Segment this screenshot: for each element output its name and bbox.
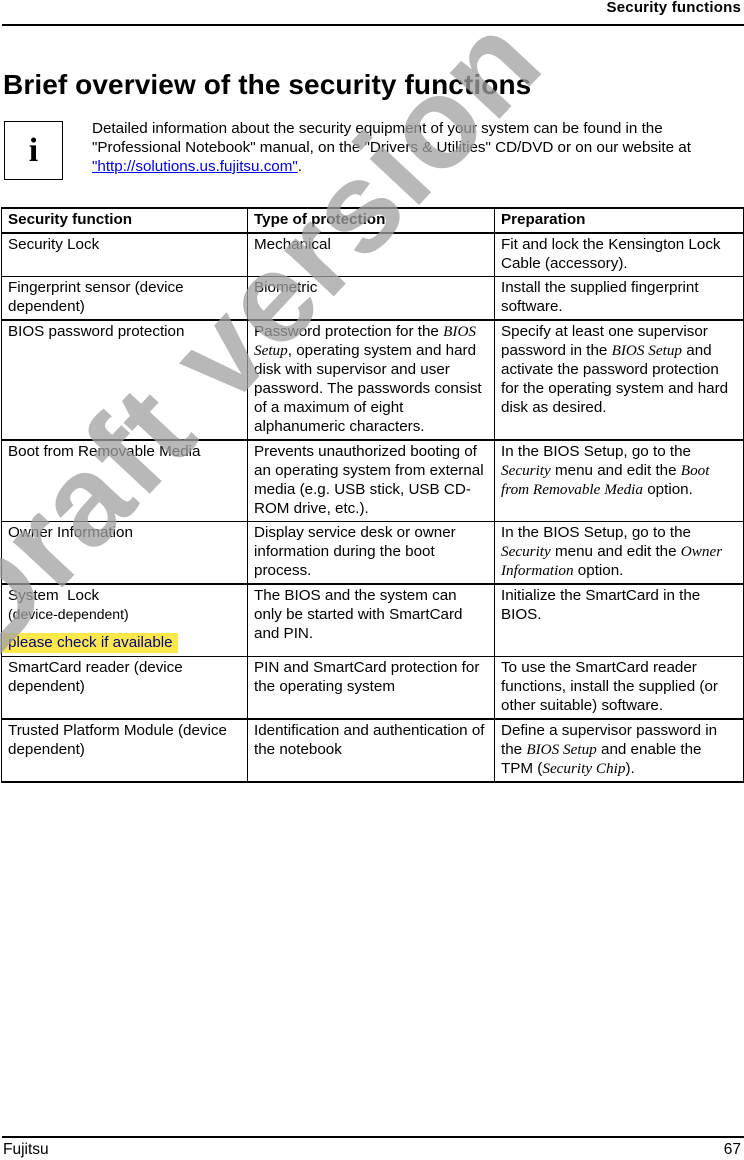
text: , operating system and hard disk with su… [254,342,482,435]
footer-rule [2,1136,744,1138]
cell-function: BIOS password protection [1,319,248,441]
cell-protection: The BIOS and the system can only be star… [247,583,495,657]
table-header-row: Security function Type of protection Pre… [1,207,744,234]
text: option. [643,481,693,498]
header-rule [2,24,744,26]
info-icon-glyph: i [28,131,39,169]
bios-setup-term: BIOS Setup [611,342,683,359]
column-header-type-of-protection: Type of protection [247,207,495,234]
text: In the BIOS Setup, go to the [501,443,691,460]
cell-protection: Biometric [247,276,495,321]
function-name: System Lock [8,587,100,604]
availability-highlight-note: please check if available [3,633,178,653]
cell-protection: Mechanical [247,232,495,277]
cell-protection: Display service desk or owner informatio… [247,521,495,585]
table-row-owner-information: Owner Information Display service desk o… [1,521,744,585]
cell-preparation: In the BIOS Setup, go to the Security me… [494,439,744,522]
cell-function: Trusted Platform Module (device dependen… [1,718,248,783]
cell-function: Owner Information [1,521,248,585]
info-icon: i [4,121,63,180]
function-note: (device-dependent) [8,606,129,622]
cell-function: Security Lock [1,232,248,277]
cell-function: System Lock (device-dependent) please ch… [1,583,248,657]
cell-preparation: Install the supplied fingerprint softwar… [494,276,744,321]
security-menu-term: Security [501,462,551,479]
cell-preparation: To use the SmartCard reader functions, i… [494,656,744,720]
table-row-fingerprint-sensor: Fingerprint sensor (device dependent) Bi… [1,276,744,321]
page-title: Brief overview of the security functions [3,69,532,100]
info-note-end: . [297,158,303,175]
table-row-security-lock: Security Lock Mechanical Fit and lock th… [1,232,744,277]
cell-protection: PIN and SmartCard protection for the ope… [247,656,495,720]
table-row-trusted-platform-module: Trusted Platform Module (device dependen… [1,718,744,783]
table-row-bios-password: BIOS password protection Password protec… [1,319,744,441]
info-note: Detailed information about the security … [92,119,712,176]
cell-preparation: Define a supervisor password in the BIOS… [494,718,744,783]
cell-protection: Identification and authentication of the… [247,718,495,783]
security-chip-term: Security Chip [542,760,626,777]
cell-function: Boot from Removable Media [1,439,248,522]
bios-setup-term: BIOS Setup [526,741,597,758]
page-number: 67 [723,1141,741,1158]
text: menu and edit the [550,543,681,560]
cell-preparation: Initialize the SmartCard in the BIOS. [494,583,744,657]
text: ). [625,760,635,777]
cell-preparation: Fit and lock the Kensington Lock Cable (… [494,232,744,277]
running-header-title: Security functions [606,0,741,16]
text: Password protection for the [254,323,444,340]
footer-brand: Fujitsu [3,1141,49,1158]
info-note-text: Detailed information about the security … [92,120,691,156]
text: option. [573,562,624,579]
text: In the BIOS Setup, go to the [501,524,691,541]
column-header-security-function: Security function [1,207,248,234]
cell-preparation: In the BIOS Setup, go to the Security me… [494,521,744,585]
security-menu-term: Security [501,543,551,560]
table-row-boot-removable-media: Boot from Removable Media Prevents unaut… [1,439,744,522]
column-header-preparation: Preparation [494,207,744,234]
security-functions-table: Security function Type of protection Pre… [1,207,744,783]
cell-preparation: Specify at least one supervisor password… [494,319,744,441]
text: menu and edit the [550,462,681,479]
cell-function: Fingerprint sensor (device dependent) [1,276,248,321]
table-row-smartcard-reader: SmartCard reader (device dependent) PIN … [1,656,744,720]
fujitsu-website-link[interactable]: "http://solutions.us.fujitsu.com" [92,158,298,175]
cell-protection: Prevents unauthorized booting of an oper… [247,439,495,522]
cell-protection: Password protection for the BIOS Setup, … [247,319,495,441]
cell-function: SmartCard reader (device dependent) [1,656,248,720]
table-row-system-lock: System Lock (device-dependent) please ch… [1,583,744,657]
